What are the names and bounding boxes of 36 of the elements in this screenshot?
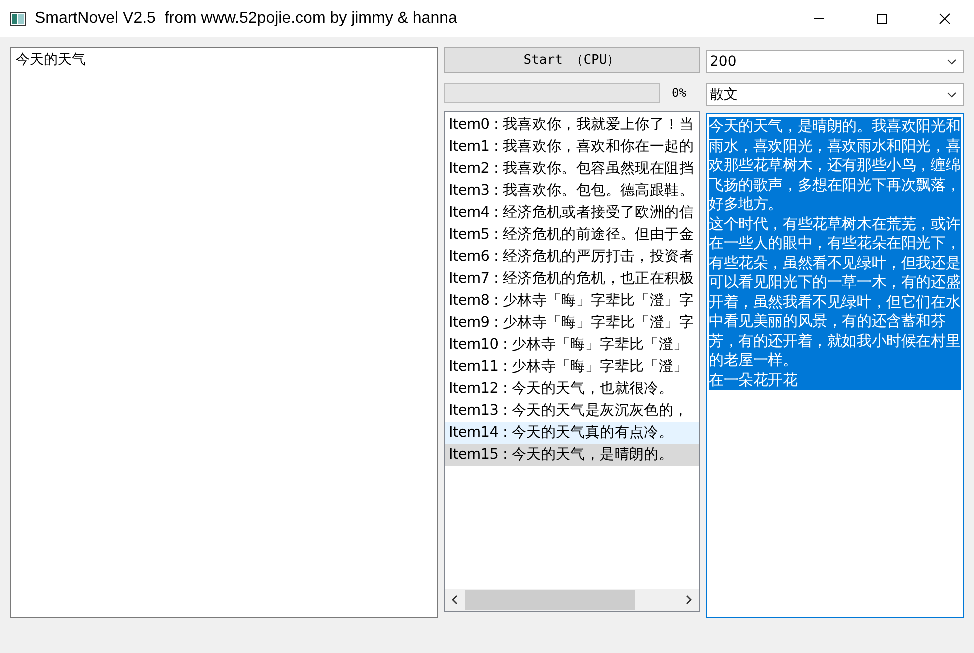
start-button[interactable]: Start （CPU） — [444, 47, 700, 73]
list-item[interactable]: Item15 : 今天的天气，是晴朗的。 — [445, 444, 699, 466]
list-item[interactable]: Item6 : 经济危机的严厉打击，投资者 — [445, 246, 699, 268]
list-item[interactable]: Item7 : 经济危机的危机，也正在积极 — [445, 268, 699, 290]
list-item[interactable]: Item9 : 少林寺「晦」字辈比「澄」字 — [445, 312, 699, 334]
list-item[interactable]: Item14 : 今天的天气真的有点冷。 — [445, 422, 699, 444]
output-paragraph: 这个时代，有些花草树木在荒芜，或许在一些人的眼中，有些花朵在阳光下，有些花朵，虽然看不见绿叶，但我还是可以看见阳光下的一草一木，有的还盛开着，虽然我看不见绿叶，但它们在水中看见美丽的风景，有的还含蓄和芬芳，有的还开着，就如我小时候在村里的老屋一样。 — [709, 214, 961, 370]
close-icon[interactable] — [939, 12, 951, 24]
prompt-text: 今天的天气 — [16, 51, 86, 69]
list-item[interactable]: Item8 : 少林寺「晦」字辈比「澄」字 — [445, 290, 699, 312]
app-icon — [10, 12, 26, 26]
maximize-icon[interactable] — [876, 12, 888, 24]
output-paragraph: 今天的天气，是晴朗的。我喜欢阳光和雨水，喜欢阳光，喜欢雨水和阳光，喜欢那些花草树木，还有那些小鸟，缠绵飞扬的歌声，多想在阳光下再次飘落，好多地方。 — [709, 117, 961, 214]
horizontal-scrollbar[interactable] — [445, 589, 699, 611]
output-paragraph: 在一朵花开花 — [709, 370, 961, 390]
list-item[interactable]: Item13 : 今天的天气是灰沉灰色的， — [445, 400, 699, 422]
list-item[interactable]: Item11 : 少林寺「晦」字辈比「澄」 — [445, 356, 699, 378]
list-item[interactable]: Item12 : 今天的天气，也就很冷。 — [445, 378, 699, 400]
list-item[interactable]: Item4 : 经济危机或者接受了欧洲的信 — [445, 202, 699, 224]
chevron-down-icon — [947, 92, 957, 98]
list-item[interactable]: Item5 : 经济危机的前途径。但由于金 — [445, 224, 699, 246]
list-item[interactable]: Item10 : 少林寺「晦」字辈比「澄」 — [445, 334, 699, 356]
progress-reading: 0% — [672, 86, 686, 100]
style-dropdown[interactable]: 散文 — [706, 83, 964, 106]
scroll-right-icon[interactable] — [685, 595, 693, 605]
length-dropdown[interactable]: 200 — [706, 50, 964, 73]
list-item[interactable]: Item2 : 我喜欢你。包容虽然现在阻挡 — [445, 158, 699, 180]
chevron-down-icon — [947, 58, 957, 64]
prompt-field[interactable]: 今天的天气 — [10, 47, 438, 618]
scroll-left-icon[interactable] — [451, 595, 459, 605]
list-item[interactable]: Item0 : 我喜欢你，我就爱上你了！当 — [445, 114, 699, 136]
list-item[interactable]: Item3 : 我喜欢你。包包。德高跟鞋。 — [445, 180, 699, 202]
output-field[interactable] — [706, 113, 964, 618]
window-title: SmartNovel V2.5 from www.52pojie.com by jimmy & hanna — [35, 10, 458, 28]
list-item[interactable]: Item1 : 我喜欢你，喜欢和你在一起的 — [445, 136, 699, 158]
results-list[interactable] — [444, 111, 700, 612]
